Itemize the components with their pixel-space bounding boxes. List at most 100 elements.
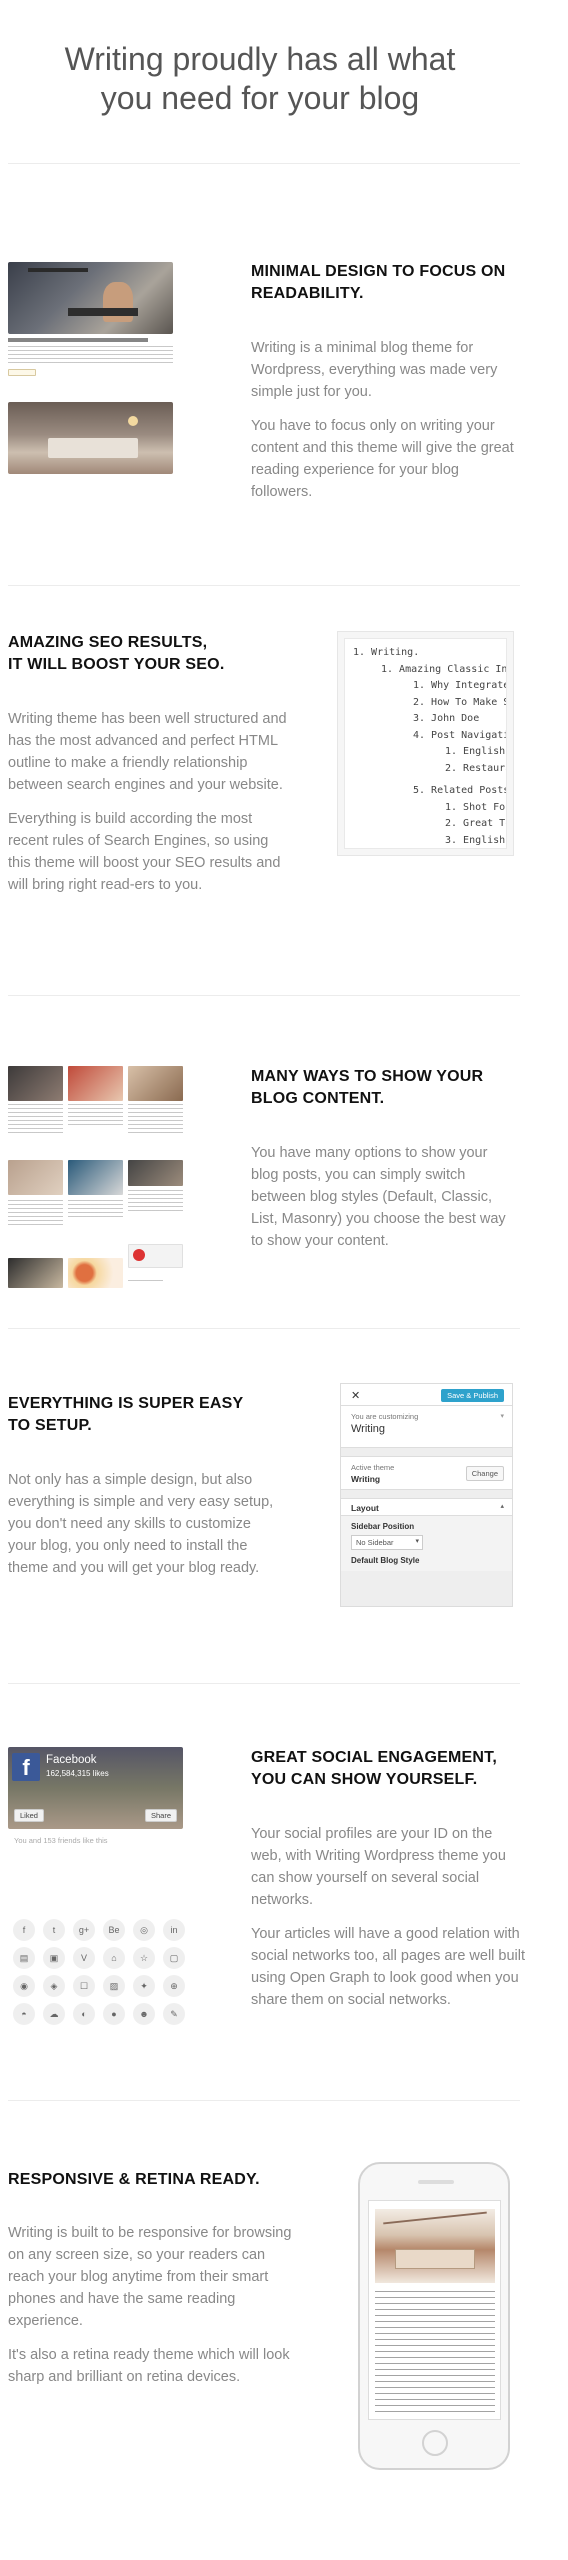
chevron-down-icon[interactable]: ▾ [500, 1412, 504, 1420]
soundcloud-icon[interactable]: ☁ [43, 2003, 65, 2025]
change-theme-button[interactable]: Change [465, 1466, 504, 1481]
blog-post-excerpt [8, 346, 173, 364]
rss-icon[interactable]: ▢ [163, 1947, 185, 1969]
blog-screenshot-image-1 [8, 262, 173, 334]
divider [8, 995, 520, 996]
section-setup-text: Not only has a simple design, but also e… [8, 1472, 274, 1576]
chevron-down-icon: ▾ [415, 1538, 419, 1545]
hero-line-2: you need for your blog [100, 80, 420, 116]
section-minimal-title: MINIMAL DESIGN TO FOCUS ON READABILITY. [251, 263, 506, 302]
outline-item: 2. How To Make Side [413, 696, 506, 708]
edit-icon[interactable]: ✎ [163, 2003, 185, 2025]
outline-item: 2. Great Top V [445, 818, 506, 829]
masonry-text [8, 1104, 63, 1134]
phone-article-text [375, 2291, 495, 2417]
outline-item: 5. Related Posts: [413, 785, 507, 796]
masonry-image [8, 1066, 63, 1101]
outline-item: 4. Post Navigation [413, 729, 506, 741]
read-more-badge [8, 369, 36, 376]
outline-item: 3. John Doe [413, 713, 480, 724]
section-social-title: GREAT SOCIAL ENGAGEMENT, YOU CAN SHOW YO… [251, 1749, 498, 1788]
masonry-image [8, 1160, 63, 1195]
facebook-page-name[interactable]: Facebook [46, 1754, 97, 1766]
divider [8, 163, 520, 164]
outline-item: 2. Restaurant [445, 762, 506, 774]
vimeo-icon[interactable]: V [73, 1947, 95, 1969]
google-plus-icon[interactable]: g+ [73, 1919, 95, 1941]
chevron-up-icon[interactable]: ▴ [500, 1502, 504, 1510]
twitter-icon[interactable]: t [43, 1919, 65, 1941]
facebook-icon[interactable]: f [13, 1919, 35, 1941]
masonry-image [128, 1066, 183, 1101]
customizing-theme-name: Writing [351, 1423, 386, 1435]
phone-screen [368, 2200, 501, 2420]
facebook-liked-button[interactable]: Liked [14, 1809, 44, 1822]
dribbble-icon[interactable]: ◎ [133, 1919, 155, 1941]
divider [8, 2100, 520, 2101]
divider [8, 585, 520, 586]
section-social-text: Your social profiles are your ID on the … [251, 1826, 526, 2008]
flickr-icon[interactable]: ▣ [43, 1947, 65, 1969]
masonry-image [8, 1258, 63, 1288]
masonry-text [68, 1200, 123, 1220]
masonry-text [128, 1104, 183, 1134]
section-ways-title: MANY WAYS TO SHOW YOUR BLOG CONTENT. [251, 1068, 484, 1107]
outline-item: 1. English Bre [445, 746, 506, 757]
tumblr-icon[interactable]: ▤ [13, 1947, 35, 1969]
section-minimal-text: Writing is a minimal blog theme for Word… [251, 340, 514, 500]
youtube-icon[interactable]: ▨ [103, 1975, 125, 1997]
instagram-icon[interactable]: ◉ [13, 1975, 35, 1997]
phone-speaker [418, 2180, 454, 2184]
phone-home-button [422, 2430, 448, 2456]
github-icon[interactable]: ⊕ [163, 1975, 185, 1997]
customizing-label: You are customizing [351, 1412, 419, 1421]
section-setup-title: EVERYTHING IS SUPER EASY TO SETUP. [8, 1395, 244, 1434]
home-icon[interactable]: ⌂ [103, 1947, 125, 1969]
linkedin-icon[interactable]: in [163, 1919, 185, 1941]
deviantart-icon[interactable]: ✦ [133, 1975, 155, 1997]
divider [8, 1328, 520, 1329]
sidebar-position-label: Sidebar Position [351, 1522, 415, 1531]
section-responsive-title: RESPONSIVE & RETINA READY. [8, 2171, 260, 2188]
vk-icon[interactable]: ☻ [133, 2003, 155, 2025]
masonry-text [8, 1200, 63, 1228]
html-outline-preview: 1. Writing. 1. Amazing Classic Interior … [337, 631, 514, 856]
star-icon[interactable]: ☆ [133, 1947, 155, 1969]
divider [8, 1683, 520, 1684]
hero-heading: Writing proudly has all what you need fo… [0, 40, 520, 118]
masonry-image [68, 1258, 123, 1288]
blog-screenshot-image-2 [8, 402, 173, 474]
outline-item: 3. English Bre [445, 834, 506, 846]
section-ways-text: You have many options to show your blog … [251, 1145, 506, 1249]
pinterest-icon[interactable]: ◈ [43, 1975, 65, 1997]
phone-mockup [358, 2162, 510, 2470]
save-publish-button[interactable]: Save & Publish [441, 1389, 504, 1402]
phone-article-image [375, 2209, 495, 2283]
outline-item: 1. Amazing Classic Interior [381, 663, 507, 675]
skype-icon[interactable]: ☐ [73, 1975, 95, 1997]
blog-style-label: Default Blog Style [351, 1556, 420, 1565]
page: Writing proudly has all what you need fo… [0, 0, 568, 2560]
theme-customizer-preview: ✕ Save & Publish You are customizing Wri… [340, 1383, 513, 1607]
section-responsive-text: Writing is built to be responsive for br… [8, 2225, 292, 2385]
email-icon[interactable]: ● [103, 2003, 125, 2025]
outline-item: 1. Shot For Pe [445, 801, 506, 813]
facebook-likes-count: 162,584,315 likes [46, 1769, 109, 1778]
masonry-image [128, 1160, 183, 1186]
facebook-share-button[interactable]: Share [144, 1809, 177, 1822]
section-seo-text: Writing theme has been well structured a… [8, 711, 287, 893]
blog-post-title-line [8, 338, 148, 342]
reddit-icon[interactable]: ◓ [13, 2003, 35, 2025]
masonry-image [68, 1160, 123, 1195]
section-seo-title: AMAZING SEO RESULTS, IT WILL BOOST YOUR … [8, 634, 225, 673]
lastfm-icon[interactable]: ◐ [73, 2003, 95, 2025]
sidebar-position-select[interactable]: No Sidebar ▾ [351, 1535, 423, 1550]
masonry-image [128, 1244, 183, 1268]
close-icon[interactable]: ✕ [351, 1389, 360, 1402]
masonry-text [68, 1104, 123, 1126]
layout-section-header[interactable]: Layout [351, 1503, 502, 1513]
masonry-text [128, 1280, 163, 1284]
facebook-logo-icon[interactable]: f [12, 1753, 40, 1781]
behance-icon[interactable]: Be [103, 1919, 125, 1941]
facebook-like-box: f Facebook 162,584,315 likes Liked Share [8, 1747, 183, 1829]
